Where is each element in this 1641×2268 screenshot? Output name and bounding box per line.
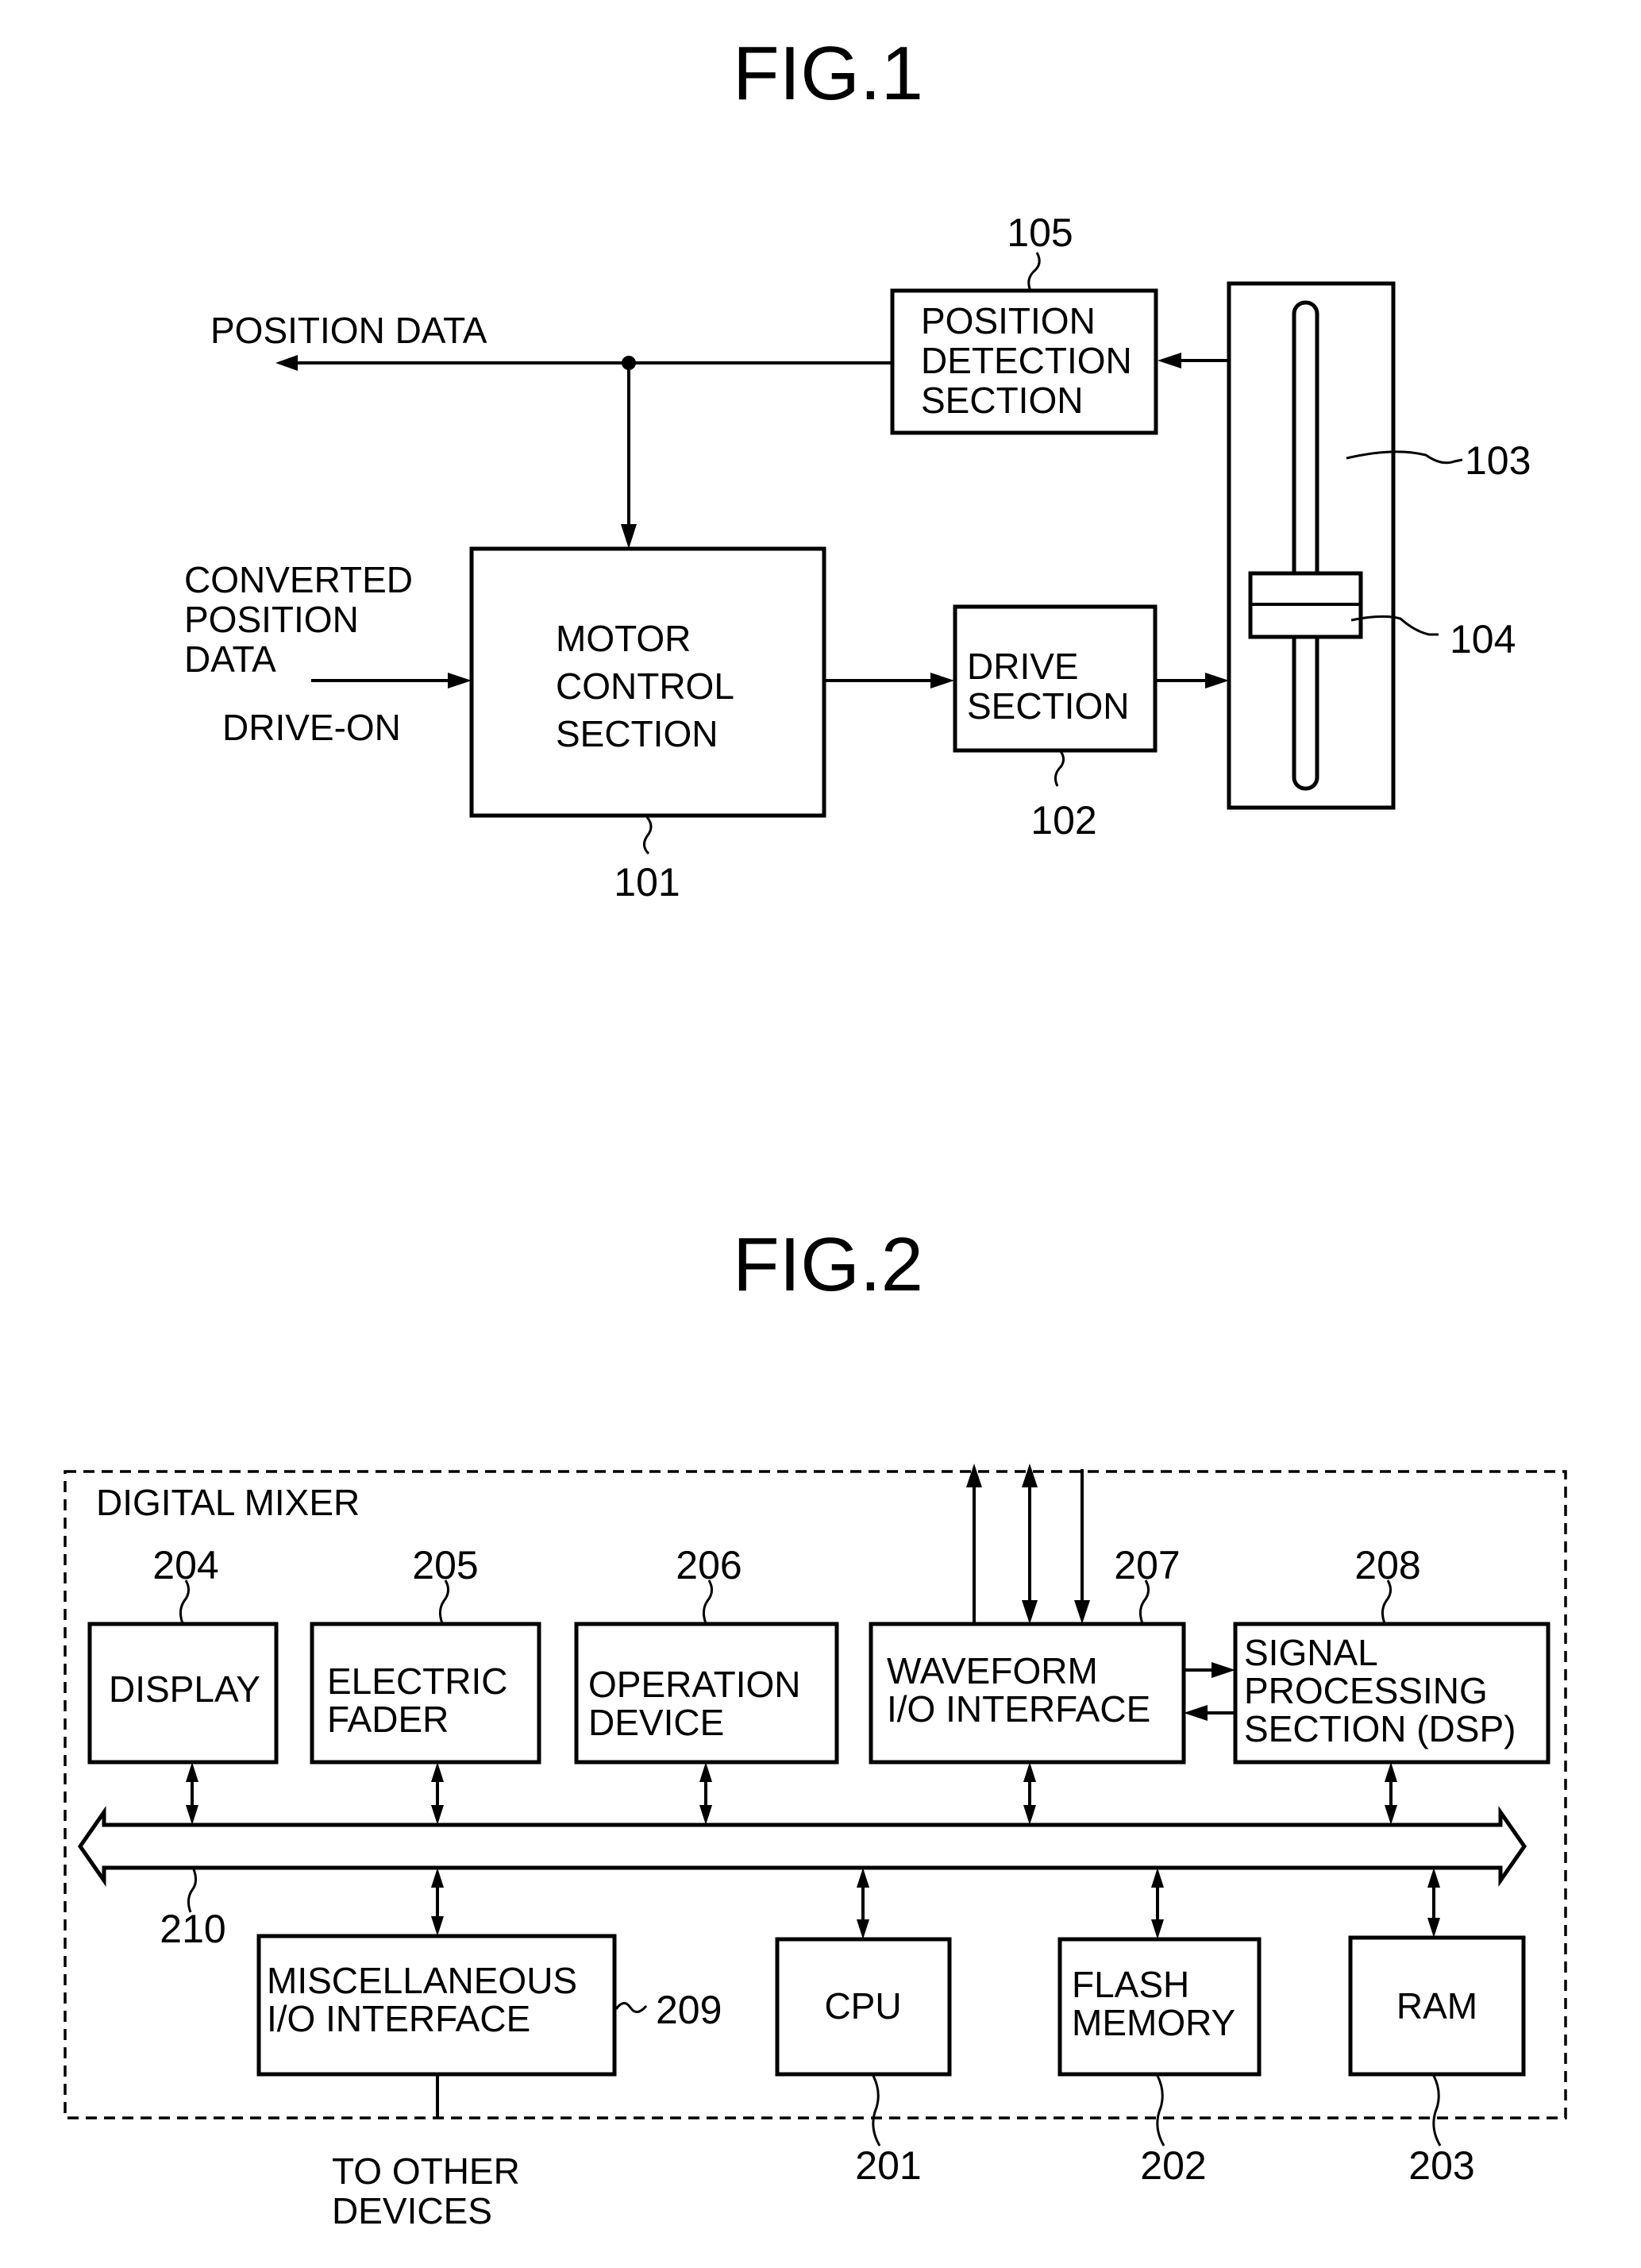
ref-207: 207 xyxy=(1114,1543,1180,1587)
flash-bus-arrowhead-down xyxy=(1151,1919,1164,1939)
flash-memory-line-1: FLASH xyxy=(1072,1964,1189,2005)
waveform-bidir-arrowhead-bottom xyxy=(1022,1600,1038,1624)
feedback-arrowhead xyxy=(621,524,637,549)
motor-control-line-3: SECTION xyxy=(556,713,718,754)
dsp-line-1: SIGNAL xyxy=(1244,1632,1378,1673)
fader-slot xyxy=(1292,300,1319,791)
misc-io-bus-arrowhead-down xyxy=(431,1916,444,1936)
dsp-bus-arrowhead-down xyxy=(1385,1805,1397,1825)
motor-control-line-1: MOTOR xyxy=(556,618,691,659)
to-other-devices-line-2: DEVICES xyxy=(332,2190,492,2231)
display-bus-arrowhead-up xyxy=(186,1762,198,1782)
ref-102: 102 xyxy=(1030,798,1096,843)
position-detection-line-2: DETECTION xyxy=(921,340,1132,381)
dsp-line-2: PROCESSING xyxy=(1244,1670,1488,1711)
bottom-bus-connectors xyxy=(431,1868,1440,1939)
converted-position-data-line-3: DATA xyxy=(184,638,276,680)
waveform-io-line-2: I/O INTERFACE xyxy=(887,1688,1150,1730)
patent-figures: FIG.1 POSITION DATA POSITION DETECTION S… xyxy=(64,31,1567,2231)
ram-bus-arrowhead-up xyxy=(1427,1868,1440,1888)
ref-105-leader xyxy=(1027,252,1041,291)
drive-section-line-2: SECTION xyxy=(967,685,1129,727)
converted-position-data-line-1: CONVERTED xyxy=(184,559,413,600)
cpu-line-1: CPU xyxy=(824,1985,901,2027)
misc-io-line-2: I/O INTERFACE xyxy=(267,1998,530,2039)
position-detection-line-1: POSITION xyxy=(921,300,1096,341)
fader-bus-arrowhead-up xyxy=(431,1762,444,1782)
ref-104: 104 xyxy=(1450,617,1516,662)
waveform-in-arrowhead xyxy=(1074,1600,1090,1624)
ref-206: 206 xyxy=(676,1543,742,1587)
ref-103: 103 xyxy=(1465,438,1531,483)
ref-105: 105 xyxy=(1007,210,1073,255)
ram-line-1: RAM xyxy=(1396,1985,1477,2027)
display-bus-arrowhead-down xyxy=(186,1805,198,1825)
ref-202: 202 xyxy=(1140,2143,1206,2188)
electric-fader-line-1: ELECTRIC xyxy=(327,1660,507,1702)
cpu-bus-arrowhead-up xyxy=(857,1868,869,1888)
waveform-bus-arrowhead-up xyxy=(1023,1762,1036,1782)
dsp-bus-arrowhead-up xyxy=(1385,1762,1397,1782)
input-arrowhead xyxy=(448,673,472,688)
top-bus-connectors xyxy=(186,1762,1397,1825)
ref-208: 208 xyxy=(1354,1543,1420,1587)
ref-210-leader xyxy=(187,1869,198,1913)
ref-209: 209 xyxy=(656,1988,722,2032)
flash-memory-line-2: MEMORY xyxy=(1072,2002,1235,2043)
misc-io-bus-arrowhead-up xyxy=(431,1868,444,1888)
motor-control-line-2: CONTROL xyxy=(556,665,734,707)
motor-to-drive-arrowhead xyxy=(930,673,954,688)
fig2-title: FIG.2 xyxy=(733,1222,923,1307)
converted-position-data-line-2: POSITION xyxy=(184,599,359,640)
drive-to-fader-arrowhead xyxy=(1205,673,1229,688)
ref-209-leader xyxy=(614,2002,648,2013)
bus-210 xyxy=(77,1806,1527,1887)
operation-device-line-2: DEVICE xyxy=(588,1702,724,1743)
misc-io-line-1: MISCELLANEOUS xyxy=(267,1960,577,2001)
ref-205: 205 xyxy=(412,1543,478,1587)
waveform-io-line-1: WAVEFORM xyxy=(887,1650,1098,1691)
operation-device-line-1: OPERATION xyxy=(588,1664,801,1705)
figure-1: FIG.1 POSITION DATA POSITION DETECTION S… xyxy=(184,31,1531,904)
operation-bus-arrowhead-down xyxy=(699,1805,712,1825)
figure-2: FIG.2 DIGITAL MIXER DISPLAY 204 ELECTRIC… xyxy=(64,1222,1567,2231)
operation-bus-arrowhead-up xyxy=(699,1762,712,1782)
ref-201-leader xyxy=(872,2075,881,2146)
waveform-bidir-arrowhead-top xyxy=(1022,1464,1038,1487)
dsp-line-3: SECTION (DSP) xyxy=(1244,1708,1516,1749)
ref-101: 101 xyxy=(614,860,680,904)
flash-bus-arrowhead-up xyxy=(1151,1868,1164,1888)
position-detection-line-3: SECTION xyxy=(921,380,1083,421)
ref-203: 203 xyxy=(1408,2143,1474,2188)
fader-to-detection-arrowhead xyxy=(1158,353,1181,368)
display-line-1: DISPLAY xyxy=(109,1668,260,1710)
fig1-title: FIG.1 xyxy=(733,31,923,116)
waveform-bus-arrowhead-down xyxy=(1023,1805,1036,1825)
drive-section-line-1: DRIVE xyxy=(967,646,1079,687)
fader-bus-arrowhead-down xyxy=(431,1805,444,1825)
to-other-devices-line-1: TO OTHER xyxy=(332,2150,520,2192)
ref-204: 204 xyxy=(152,1543,218,1587)
position-data-label: POSITION DATA xyxy=(210,310,487,351)
ref-201: 201 xyxy=(855,2143,921,2188)
position-data-arrowhead xyxy=(275,355,298,371)
dsp-to-waveform-arrowhead xyxy=(1184,1705,1208,1721)
ram-bus-arrowhead-down xyxy=(1427,1918,1440,1938)
electric-fader-line-2: FADER xyxy=(327,1699,449,1740)
digital-mixer-label: DIGITAL MIXER xyxy=(96,1482,360,1523)
ref-210: 210 xyxy=(160,1907,225,1951)
ref-202-leader xyxy=(1156,2075,1165,2146)
ref-102-leader xyxy=(1054,750,1065,787)
waveform-out-arrowhead xyxy=(966,1464,982,1487)
ref-203-leader xyxy=(1432,2075,1442,2146)
waveform-to-dsp-arrowhead xyxy=(1211,1662,1235,1678)
drive-on-label: DRIVE-ON xyxy=(222,707,401,748)
cpu-bus-arrowhead-down xyxy=(857,1919,869,1939)
ref-101-leader xyxy=(643,816,653,855)
